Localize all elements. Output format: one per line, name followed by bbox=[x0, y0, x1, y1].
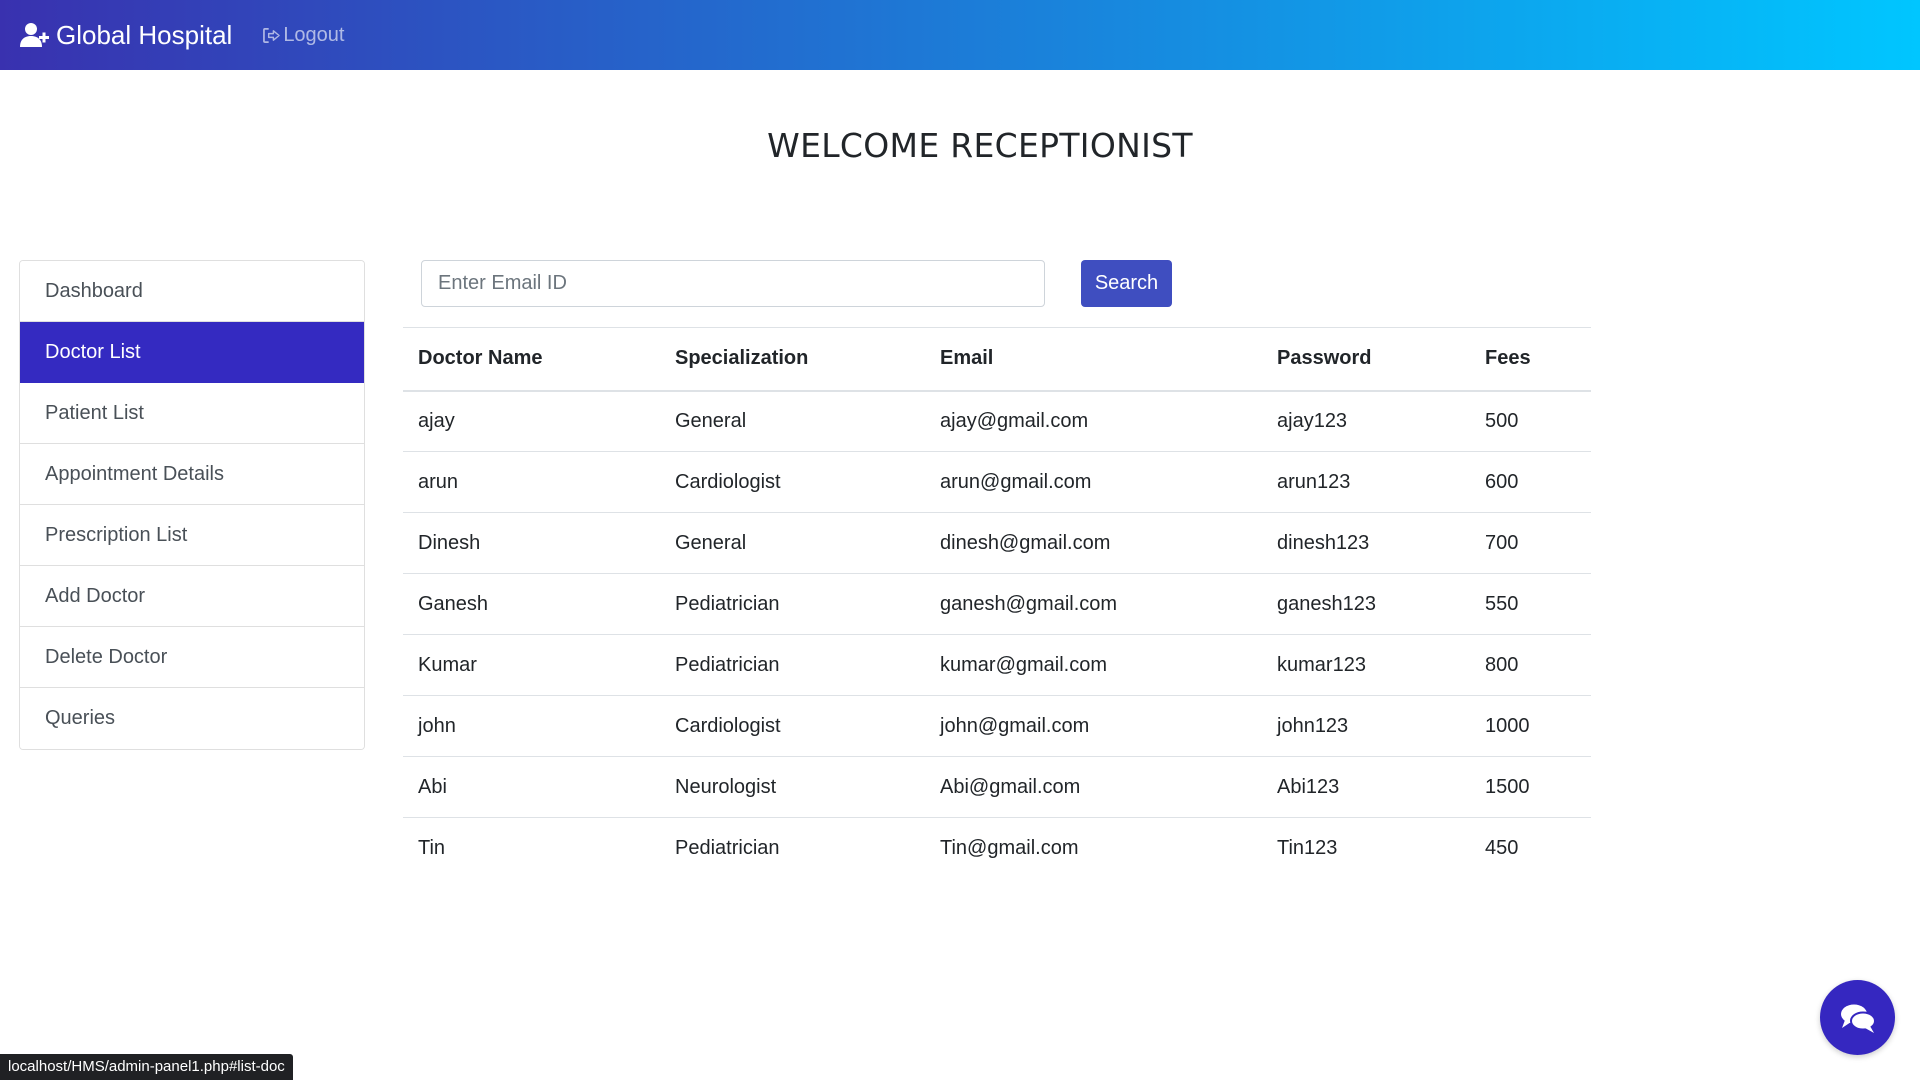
table-row: Ganesh Pediatrician ganesh@gmail.com gan… bbox=[403, 573, 1591, 635]
cell-doctor-name: john bbox=[403, 695, 660, 757]
logout-link[interactable]: Logout bbox=[262, 24, 344, 47]
cell-password: Tin123 bbox=[1262, 817, 1470, 879]
logout-label: Logout bbox=[283, 23, 345, 46]
email-search-input[interactable] bbox=[421, 260, 1045, 307]
cell-fees: 600 bbox=[1470, 451, 1591, 513]
cell-fees: 550 bbox=[1470, 573, 1591, 635]
sidebar-item-dashboard[interactable]: Dashboard bbox=[20, 261, 364, 322]
table-row: ajay General ajay@gmail.com ajay123 500 bbox=[403, 391, 1591, 452]
cell-fees: 800 bbox=[1470, 634, 1591, 696]
sidebar-menu: Dashboard Doctor List Patient List Appoi… bbox=[19, 260, 365, 750]
cell-email: kumar@gmail.com bbox=[925, 634, 1262, 696]
table-row: Tin Pediatrician Tin@gmail.com Tin123 45… bbox=[403, 817, 1591, 879]
cell-specialization: Cardiologist bbox=[660, 695, 925, 757]
cell-doctor-name: Kumar bbox=[403, 634, 660, 696]
cell-password: ajay123 bbox=[1277, 409, 1348, 432]
cell-specialization: Pediatrician bbox=[660, 573, 925, 635]
table-row: john Cardiologist john@gmail.com john123… bbox=[403, 695, 1591, 757]
brand-link[interactable]: Global Hospital bbox=[20, 20, 232, 51]
cell-specialization: General bbox=[660, 512, 925, 574]
table-row: arun Cardiologist arun@gmail.com arun123… bbox=[403, 451, 1591, 513]
table-row: Dinesh General dinesh@gmail.com dinesh12… bbox=[403, 512, 1591, 574]
chat-button[interactable] bbox=[1820, 980, 1895, 1055]
comments-icon bbox=[1840, 1004, 1876, 1033]
column-header-email: Email bbox=[925, 327, 1262, 392]
cell-password: john123 bbox=[1262, 695, 1470, 757]
cell-fees: 1500 bbox=[1470, 756, 1591, 818]
table-header-row: Doctor Name Specialization Email Passwor… bbox=[403, 327, 1591, 392]
cell-doctor-name: Abi bbox=[403, 756, 660, 818]
cell-email: john@gmail.com bbox=[925, 695, 1262, 757]
cell-password: kumar123 bbox=[1262, 634, 1470, 696]
page-title: WELCOME RECEPTIONIST bbox=[767, 126, 1193, 165]
cell-password: dinesh123 bbox=[1262, 512, 1470, 574]
sidebar-item-delete-doctor[interactable]: Delete Doctor bbox=[20, 627, 364, 688]
cell-email: ajay@gmail.com bbox=[940, 409, 1089, 432]
cell-doctor-name: Ganesh bbox=[403, 573, 660, 635]
sidebar-item-doctor-list[interactable]: Doctor List bbox=[20, 322, 364, 383]
cell-doctor-name: arun bbox=[403, 451, 660, 513]
doctor-table: Doctor Name Specialization Email Passwor… bbox=[403, 327, 1591, 879]
cell-password: Abi123 bbox=[1262, 756, 1470, 818]
cell-password: ganesh123 bbox=[1262, 573, 1470, 635]
status-bar-url: localhost/HMS/admin-panel1.php#list-doc bbox=[0, 1054, 293, 1080]
cell-specialization: General bbox=[675, 409, 747, 432]
cell-fees: 700 bbox=[1470, 512, 1591, 574]
cell-email: ganesh@gmail.com bbox=[925, 573, 1262, 635]
cell-fees: 1000 bbox=[1470, 695, 1591, 757]
cell-specialization: Cardiologist bbox=[660, 451, 925, 513]
cell-email: arun@gmail.com bbox=[925, 451, 1262, 513]
column-header-fees: Fees bbox=[1470, 327, 1591, 392]
cell-fees: 500 bbox=[1485, 409, 1519, 432]
cell-email: Tin@gmail.com bbox=[925, 817, 1262, 879]
cell-specialization: Neurologist bbox=[660, 756, 925, 818]
cell-fees: 450 bbox=[1470, 817, 1591, 879]
table-row: Kumar Pediatrician kumar@gmail.com kumar… bbox=[403, 634, 1591, 696]
user-plus-icon bbox=[20, 23, 49, 47]
cell-doctor-name: ajay bbox=[418, 409, 455, 432]
sign-out-icon bbox=[263, 27, 281, 43]
cell-password: arun123 bbox=[1262, 451, 1470, 513]
brand-name: Global Hospital bbox=[56, 19, 233, 50]
sidebar-item-queries[interactable]: Queries bbox=[20, 688, 364, 749]
cell-doctor-name: Tin bbox=[403, 817, 660, 879]
top-navbar: Global Hospital Logout bbox=[0, 0, 1920, 70]
sidebar-item-appointment-details[interactable]: Appointment Details bbox=[20, 444, 364, 505]
cell-specialization: Pediatrician bbox=[660, 634, 925, 696]
cell-specialization: Pediatrician bbox=[660, 817, 925, 879]
sidebar-item-patient-list[interactable]: Patient List bbox=[20, 383, 364, 444]
sidebar-item-prescription-list[interactable]: Prescription List bbox=[20, 505, 364, 566]
table-row: Abi Neurologist Abi@gmail.com Abi123 150… bbox=[403, 756, 1591, 818]
cell-doctor-name: Dinesh bbox=[403, 512, 660, 574]
column-header-specialization: Specialization bbox=[660, 327, 925, 392]
column-header-password: Password bbox=[1262, 327, 1470, 392]
sidebar-item-add-doctor[interactable]: Add Doctor bbox=[20, 566, 364, 627]
cell-email: dinesh@gmail.com bbox=[925, 512, 1262, 574]
column-header-doctor-name: Doctor Name bbox=[403, 327, 660, 392]
cell-email: Abi@gmail.com bbox=[925, 756, 1262, 818]
search-button[interactable]: Search bbox=[1081, 260, 1172, 307]
